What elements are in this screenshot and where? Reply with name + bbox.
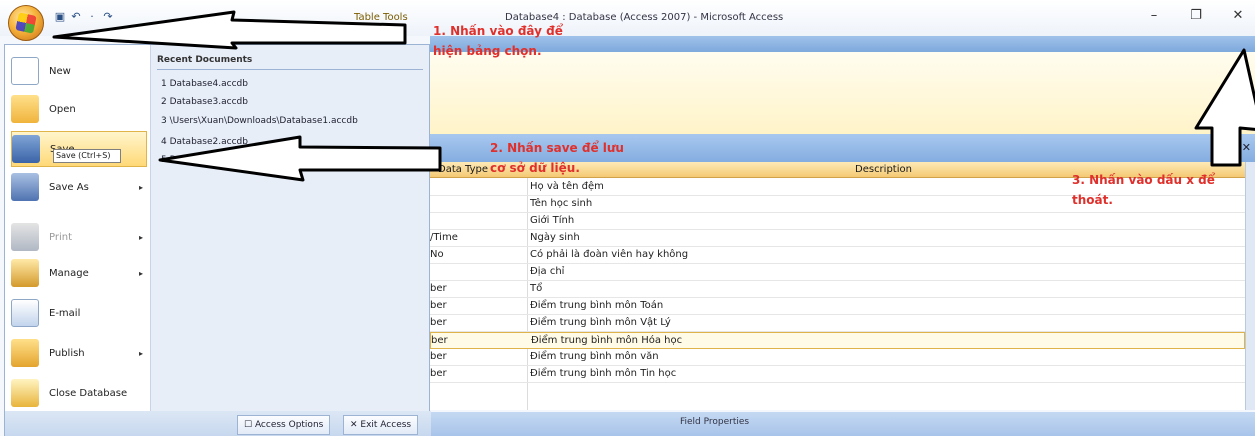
annotation-step1-line1: 1. Nhấn vào đây để: [433, 24, 563, 38]
annotation-step3-line1: 3. Nhấn vào dấu x để: [1072, 173, 1215, 187]
annotation-arrows: [52, 10, 1255, 182]
arrow-to-office-button: [52, 10, 407, 50]
annotation-step1-line2: hiện bảng chọn.: [433, 44, 542, 58]
annotation-step2-line2: cơ sở dữ liệu.: [490, 161, 580, 175]
annotation-step3-line2: thoát.: [1072, 193, 1113, 207]
annotation-step2-line1: 2. Nhấn save để lưu: [490, 141, 624, 155]
arrow-to-close: [1194, 48, 1255, 167]
arrow-to-save: [158, 135, 442, 182]
